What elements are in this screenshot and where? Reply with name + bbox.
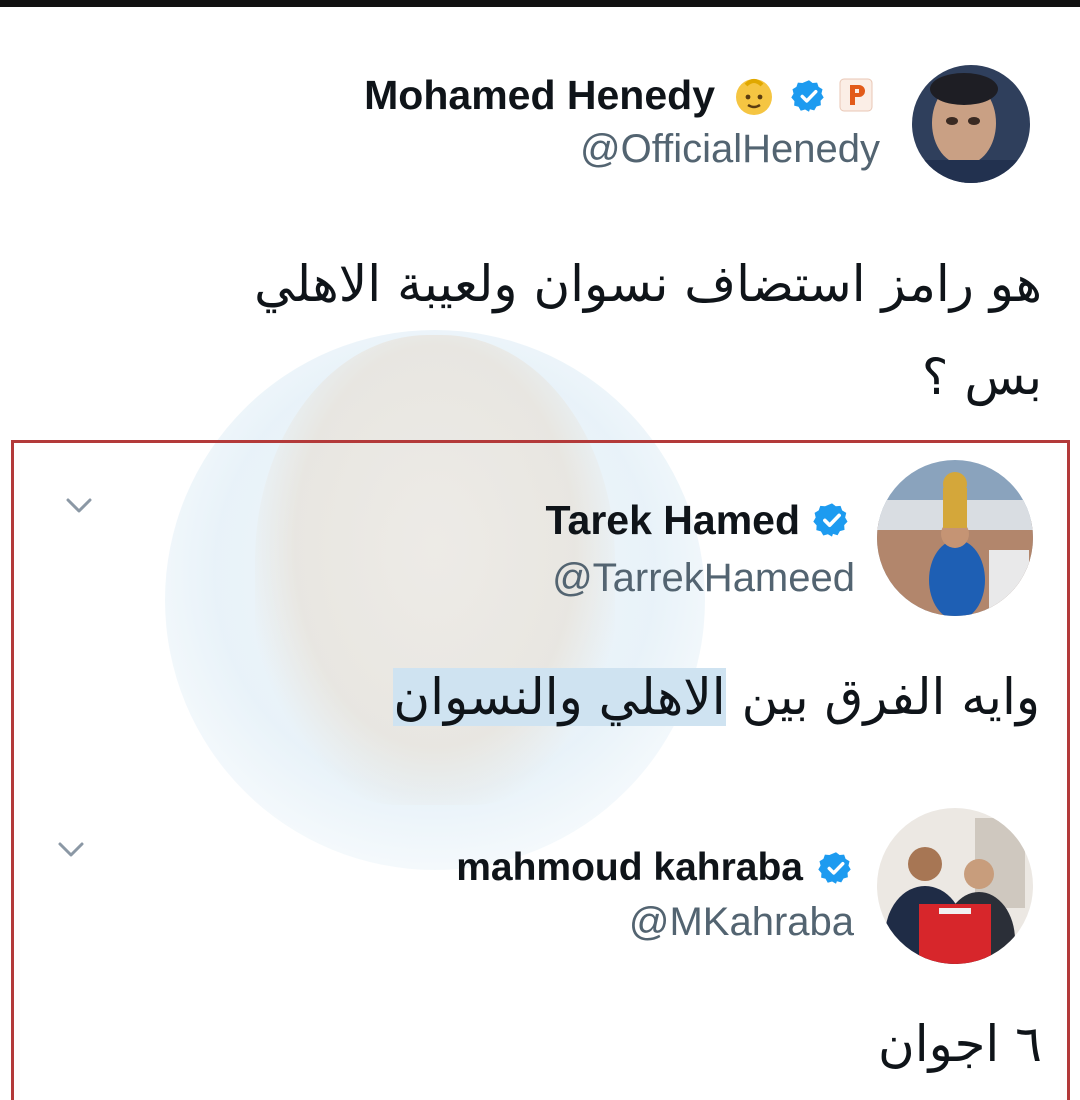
reply-author-name[interactable]: Tarek Hamed [546, 497, 800, 544]
chevron-down-icon[interactable] [62, 494, 96, 518]
affiliate-badge-icon [839, 78, 873, 112]
reply-text: وايه الفرق بين الاهلي والنسوان [393, 668, 1040, 726]
chevron-down-icon[interactable] [54, 838, 88, 862]
avatar[interactable] [877, 808, 1033, 964]
author-handle[interactable]: @OfficialHenedy [580, 127, 880, 172]
tweet-text-line-2: بس ؟ [921, 348, 1042, 406]
tweet-text-line-1: هو رامز استضاف نسوان ولعيبة الاهلي [254, 255, 1042, 313]
baby-emoji-badge [732, 73, 776, 117]
avatar[interactable] [912, 65, 1030, 183]
avatar[interactable] [877, 460, 1033, 616]
reply-author-handle[interactable]: @MKahraba [629, 900, 854, 945]
reply-text-highlight: الاهلي والنسوان [393, 668, 726, 726]
reply-text: ٦ اجوان [878, 1015, 1042, 1073]
reply-author-name[interactable]: mahmoud kahraba [456, 846, 803, 890]
verified-badge-icon [791, 78, 827, 114]
author-name[interactable]: Mohamed Henedy [364, 72, 715, 119]
reply-author-handle[interactable]: @TarrekHameed [552, 556, 855, 601]
verified-badge-icon [813, 501, 851, 539]
verified-badge-icon [818, 850, 854, 886]
top-border [0, 0, 1080, 7]
reply-text-plain: وايه الفرق بين [725, 668, 1040, 726]
